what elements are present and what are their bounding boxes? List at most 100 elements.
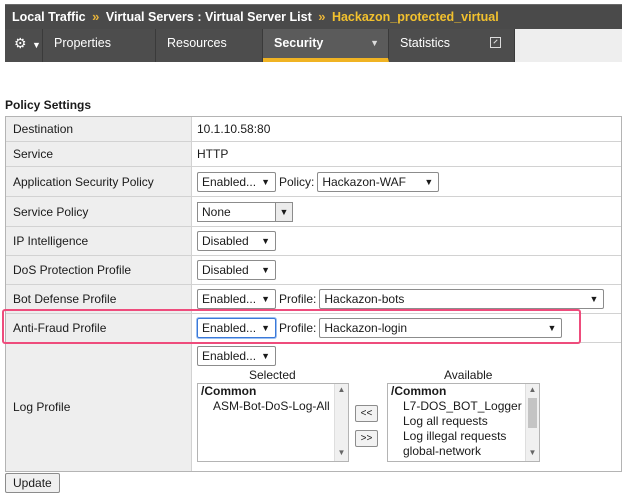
list-item[interactable]: ASM-Bot-DoS-Log-All (198, 399, 348, 414)
tab-label: Security (274, 36, 324, 50)
scroll-thumb[interactable] (528, 398, 537, 428)
update-button[interactable]: Update (5, 473, 60, 493)
tab-statistics[interactable]: Statistics (389, 29, 515, 62)
service-policy-select[interactable]: None ▼ (197, 201, 293, 222)
destination-value: 10.1.10.58:80 (192, 117, 621, 141)
select-value: Enabled... (202, 349, 257, 363)
row-anti-fraud: Anti-Fraud Profile Enabled... ▼ Profile:… (6, 314, 621, 343)
row-label: Service Policy (6, 197, 192, 226)
breadcrumb-virtual-server-list[interactable]: Virtual Servers : Virtual Server List (106, 10, 312, 24)
asp-controls: Enabled... ▼ Policy: Hackazon-WAF ▼ (192, 167, 621, 196)
row-log-profile: Log Profile Enabled... ▼ Selected Availa… (6, 343, 621, 471)
breadcrumb-separator: » (92, 9, 100, 24)
tab-resources[interactable]: Resources (156, 29, 263, 62)
chevron-down-icon: ▼ (370, 38, 379, 48)
row-bot-defense: Bot Defense Profile Enabled... ▼ Profile… (6, 285, 621, 314)
chevron-down-icon: ▼ (589, 294, 599, 304)
scrollbar[interactable]: ▲ ▼ (334, 384, 348, 461)
row-label: Log Profile (6, 343, 192, 471)
move-left-button[interactable]: << (355, 405, 378, 422)
log-state-select[interactable]: Enabled... ▼ (197, 346, 276, 366)
scroll-down-icon[interactable]: ▼ (335, 448, 348, 460)
breadcrumb-current: Hackazon_protected_virtual (331, 10, 499, 24)
row-destination: Destination 10.1.10.58:80 (6, 117, 621, 142)
chevron-down-icon: ▼ (261, 323, 270, 333)
dos-controls: Disabled ▼ (192, 256, 621, 284)
ip-intel-controls: Disabled ▼ (192, 227, 621, 255)
antifraud-profile-select[interactable]: Hackazon-login ▼ (319, 318, 563, 338)
list-item[interactable]: Log all requests (388, 414, 539, 429)
chevron-down-icon: ▼ (275, 202, 292, 221)
profile-label: Profile: (279, 321, 317, 335)
row-service: Service HTTP (6, 142, 621, 167)
select-value: None (202, 204, 231, 219)
scroll-down-icon[interactable]: ▼ (526, 448, 539, 460)
chevron-down-icon: ▼ (261, 294, 270, 304)
select-value: Enabled... (202, 321, 257, 335)
row-ip-intelligence: IP Intelligence Disabled ▼ (6, 227, 621, 256)
tab-gear-menu[interactable]: ⚙ ▼ (5, 29, 43, 62)
log-profile-controls: Enabled... ▼ Selected Available /Common … (192, 343, 621, 471)
row-label: Anti-Fraud Profile (6, 314, 192, 342)
chevron-down-icon: ▼ (547, 323, 557, 333)
bot-profile-select[interactable]: Hackazon-bots ▼ (319, 289, 605, 309)
tab-properties[interactable]: Properties (43, 29, 156, 62)
tab-security[interactable]: Security ▼ (263, 29, 389, 62)
list-group: /Common (201, 384, 257, 398)
row-label: Bot Defense Profile (6, 285, 192, 313)
bot-state-select[interactable]: Enabled... ▼ (197, 289, 276, 309)
tab-label: Resources (167, 36, 227, 50)
row-label: Destination (6, 117, 192, 141)
gear-icon: ⚙ (14, 35, 27, 51)
available-list-heading: Available (444, 368, 493, 382)
chevron-down-icon: ▼ (261, 351, 270, 361)
row-label: Application Security Policy (6, 167, 192, 196)
select-value: Disabled (202, 263, 249, 277)
chevron-down-icon: ▼ (32, 40, 41, 50)
antifraud-state-select[interactable]: Enabled... ▼ (197, 318, 276, 338)
tab-bar: ⚙ ▼ Properties Resources Security ▼ Stat… (5, 29, 622, 62)
select-value: Enabled... (202, 292, 257, 306)
external-link-icon (490, 37, 501, 48)
scroll-up-icon[interactable]: ▲ (335, 385, 348, 397)
section-title: Policy Settings (5, 98, 92, 112)
selected-log-profiles-list[interactable]: /Common ASM-Bot-DoS-Log-All ▲ ▼ (197, 383, 349, 462)
row-label: Service (6, 142, 192, 166)
select-value: Disabled (202, 234, 249, 248)
breadcrumb: Local Traffic » Virtual Servers : Virtua… (5, 4, 622, 29)
policy-label: Policy: (279, 174, 315, 189)
antifraud-controls: Enabled... ▼ Profile: Hackazon-login ▼ (192, 314, 621, 342)
breadcrumb-separator: » (318, 9, 326, 24)
service-value: HTTP (192, 142, 621, 166)
row-dos-protection: DoS Protection Profile Disabled ▼ (6, 256, 621, 285)
ip-intelligence-select[interactable]: Disabled ▼ (197, 231, 276, 251)
policy-settings-table: Destination 10.1.10.58:80 Service HTTP A… (5, 116, 622, 472)
breadcrumb-local-traffic[interactable]: Local Traffic (12, 10, 86, 24)
profile-label: Profile: (279, 292, 317, 306)
chevron-down-icon: ▼ (261, 176, 270, 187)
list-item[interactable]: L7-DOS_BOT_Logger (388, 399, 539, 414)
select-value: Hackazon-login (324, 321, 408, 335)
bot-controls: Enabled... ▼ Profile: Hackazon-bots ▼ (192, 285, 621, 313)
scroll-up-icon[interactable]: ▲ (526, 385, 539, 397)
list-group: /Common (391, 384, 447, 398)
row-label: IP Intelligence (6, 227, 192, 255)
tab-label: Properties (54, 36, 111, 50)
log-profile-editor: Enabled... ▼ Selected Available /Common … (192, 343, 621, 468)
chevron-down-icon: ▼ (424, 176, 434, 187)
tab-label: Statistics (400, 36, 451, 50)
available-log-profiles-list[interactable]: /Common L7-DOS_BOT_Logger Log all reques… (387, 383, 540, 462)
list-item[interactable]: Log illegal requests (388, 429, 539, 444)
scrollbar[interactable]: ▲ ▼ (525, 384, 539, 461)
asp-state-select[interactable]: Enabled... ▼ (197, 171, 276, 192)
select-value: Hackazon-bots (324, 292, 405, 306)
select-value: Enabled... (202, 174, 257, 189)
move-right-button[interactable]: >> (355, 430, 378, 447)
row-application-security-policy: Application Security Policy Enabled... ▼… (6, 167, 621, 197)
list-item[interactable]: global-network (388, 444, 539, 459)
row-label: DoS Protection Profile (6, 256, 192, 284)
service-policy-controls: None ▼ (192, 197, 621, 226)
select-value: Hackazon-WAF (322, 174, 406, 189)
dos-profile-select[interactable]: Disabled ▼ (197, 260, 276, 280)
asp-policy-select[interactable]: Hackazon-WAF ▼ (317, 171, 440, 192)
